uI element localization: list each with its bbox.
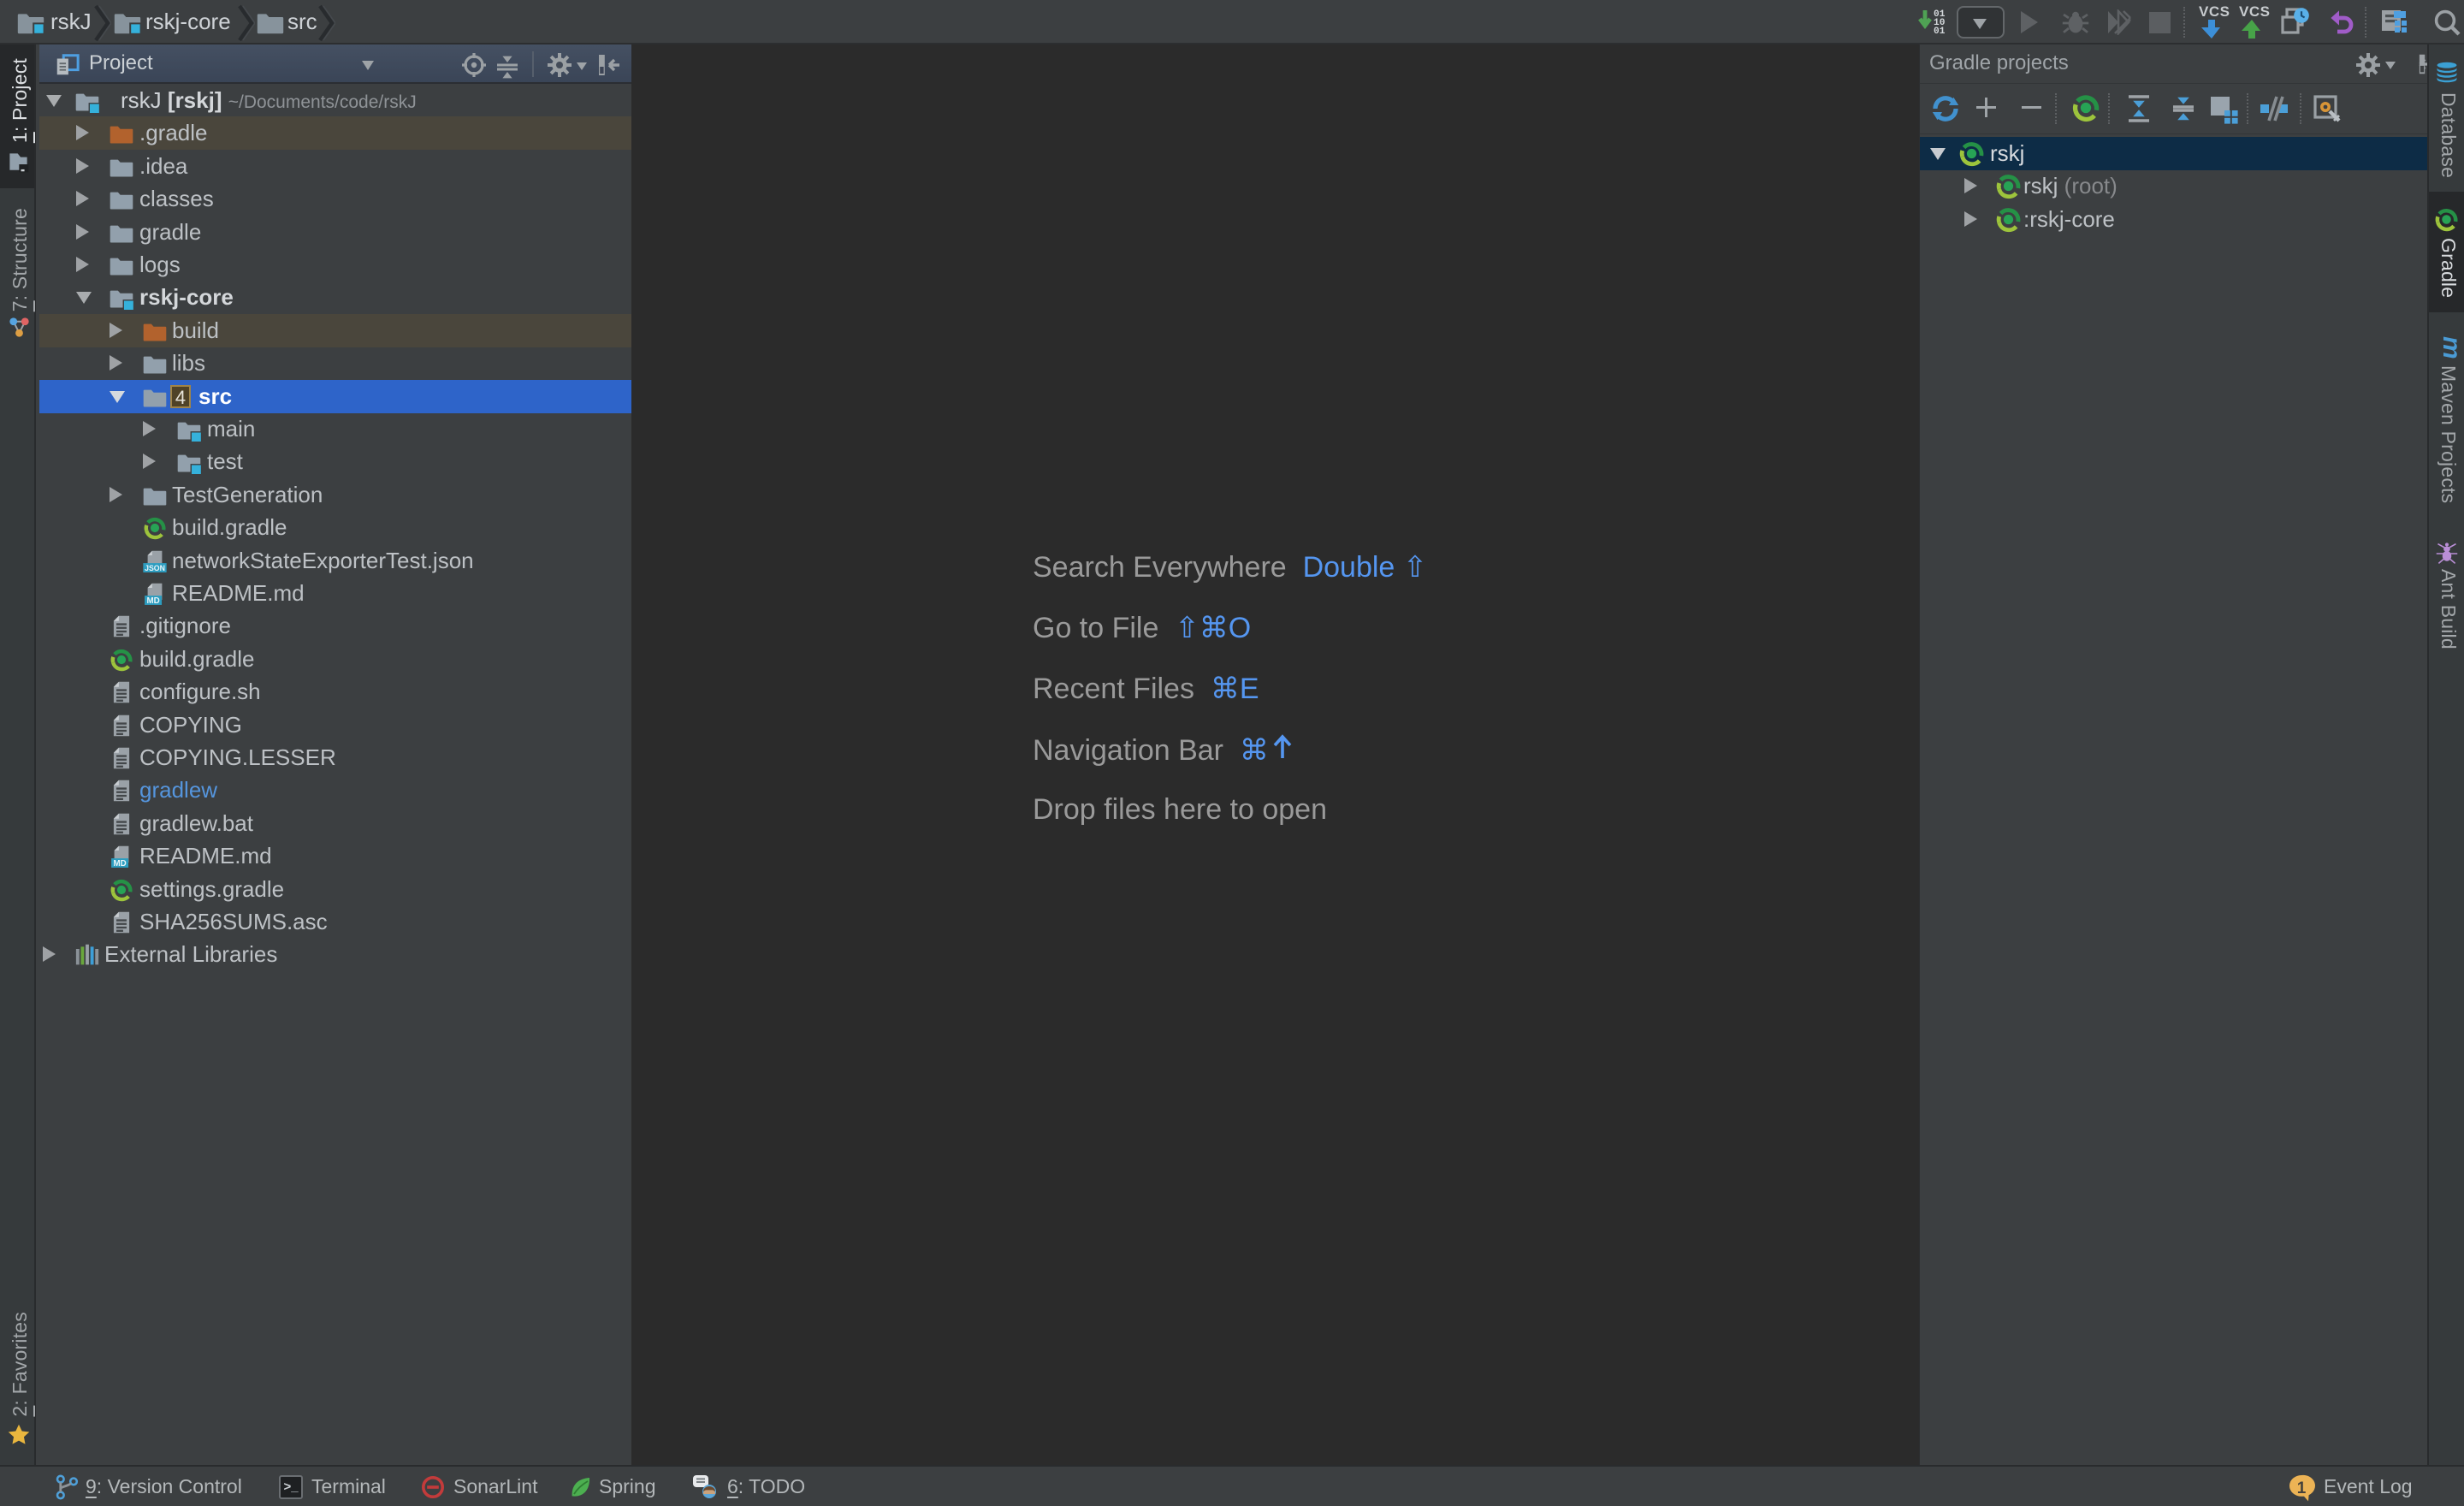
svg-text:1: 1 <box>2297 1479 2307 1497</box>
svg-text:01: 01 <box>1934 27 1946 37</box>
svg-text:MD: MD <box>113 859 126 869</box>
svg-text:JSON: JSON <box>145 563 165 572</box>
svg-text:MD: MD <box>146 596 159 606</box>
